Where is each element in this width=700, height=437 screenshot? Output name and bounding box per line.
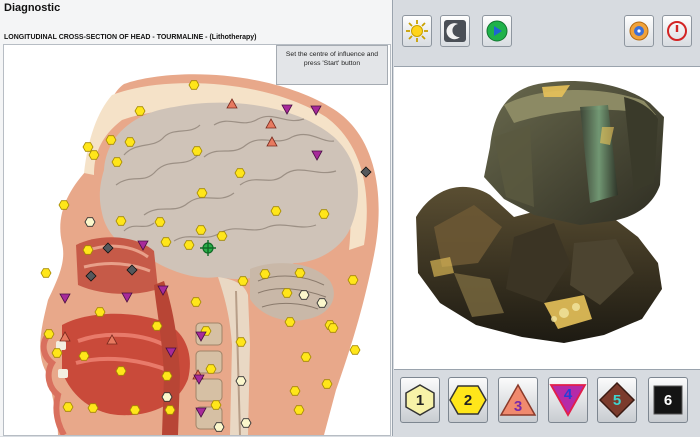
power-button[interactable] — [662, 15, 692, 47]
level-1-button[interactable]: 1 — [400, 377, 440, 423]
level-5-button[interactable]: 5 — [597, 377, 637, 423]
marker-overlay[interactable] — [4, 45, 390, 435]
level-2-button[interactable]: 2 — [448, 377, 488, 423]
music-icon — [629, 21, 649, 41]
instruction-tooltip: Set the centre of influence and press 'S… — [276, 45, 388, 85]
tourmaline-image-panel — [394, 67, 700, 369]
power-icon — [667, 21, 687, 41]
level-4-markers[interactable] — [59, 104, 323, 418]
level-1-label: 1 — [415, 391, 425, 409]
section-title: LONGITUDINAL CROSS-SECTION OF HEAD - TOU… — [4, 34, 257, 41]
level-6-label: 6 — [663, 391, 673, 409]
level-4-label: 4 — [563, 386, 573, 403]
level-3-button[interactable]: 3 — [498, 377, 538, 423]
level-5-label: 5 — [612, 391, 622, 409]
window-title: Diagnostic — [4, 2, 61, 14]
moon-icon — [444, 20, 466, 42]
play-icon — [486, 20, 508, 42]
centre-of-influence-marker[interactable] — [200, 240, 216, 256]
level-3-label: 3 — [513, 398, 523, 415]
level-2-label: 2 — [463, 391, 473, 409]
diagnostic-panel: Diagnostic LONGITUDINAL CROSS-SECTION OF… — [0, 0, 393, 436]
head-cross-section-canvas[interactable] — [3, 44, 391, 436]
toolbar — [394, 0, 700, 67]
tourmaline-crystal-image — [416, 81, 664, 343]
sound-button[interactable] — [624, 15, 654, 47]
sun-icon — [406, 20, 428, 42]
level-5-markers[interactable] — [85, 166, 372, 282]
level-4-button[interactable]: 4 — [548, 377, 588, 423]
level-6-button[interactable]: 6 — [648, 377, 688, 423]
start-button[interactable] — [482, 15, 512, 47]
moon-button[interactable] — [440, 15, 470, 47]
sun-button[interactable] — [402, 15, 432, 47]
